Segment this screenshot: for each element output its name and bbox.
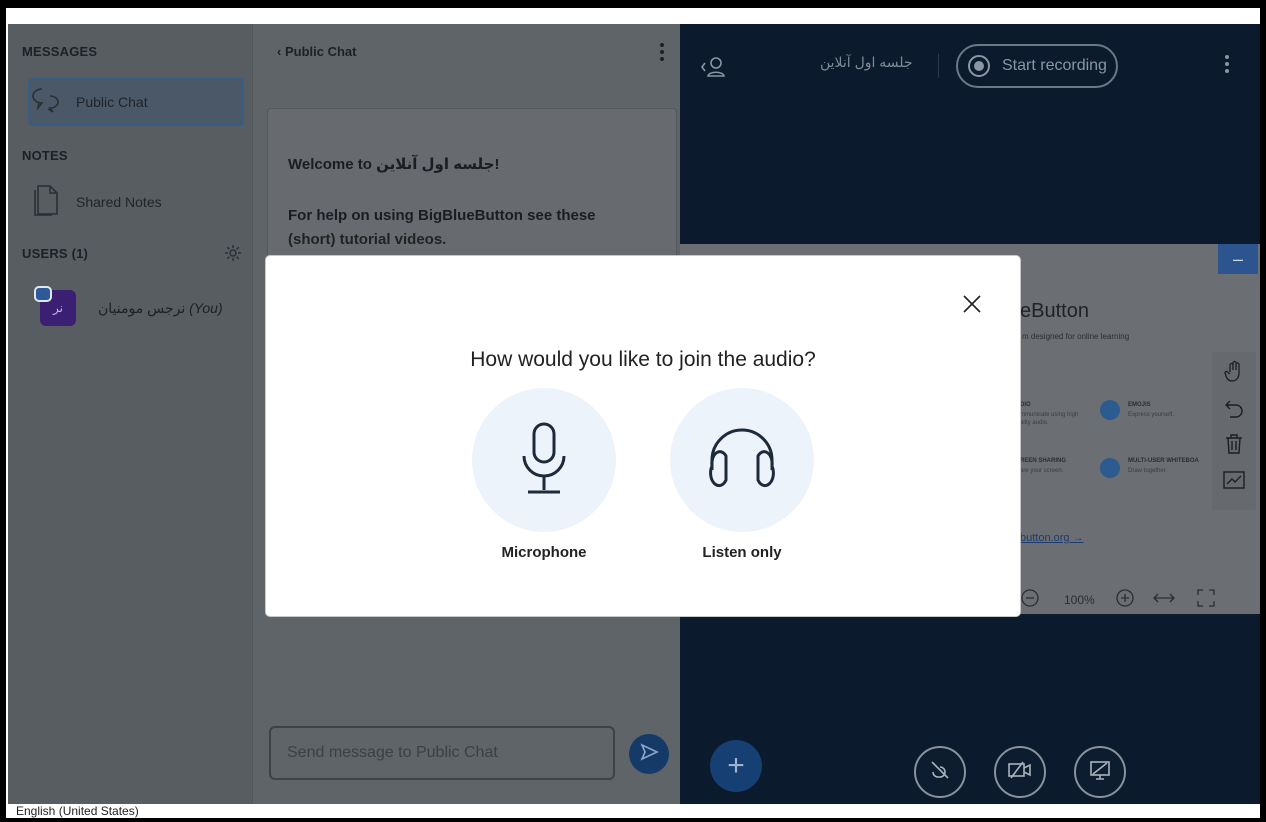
slide-title: eButton bbox=[1020, 300, 1089, 322]
listen-only-option[interactable]: Listen only bbox=[670, 388, 814, 561]
avatar-initials: نر bbox=[53, 301, 63, 315]
help-message-continued[interactable]: (short) tutorial videos. bbox=[288, 231, 446, 248]
send-icon bbox=[639, 742, 659, 767]
trash-icon[interactable] bbox=[1222, 432, 1246, 456]
fullscreen-icon[interactable] bbox=[1197, 589, 1215, 610]
sidebar-item-public-chat[interactable]: Public Chat bbox=[28, 78, 244, 126]
start-recording-button[interactable]: Start recording bbox=[956, 44, 1118, 88]
undo-icon[interactable] bbox=[1222, 396, 1246, 420]
status-bar: English (United States) bbox=[6, 804, 1260, 818]
whiteboard-feature-icon bbox=[1100, 458, 1120, 478]
slide-screen-text: are your screen. bbox=[1020, 468, 1064, 474]
close-icon[interactable] bbox=[960, 292, 984, 316]
share-webcam-button[interactable] bbox=[994, 746, 1046, 798]
chat-options-icon[interactable] bbox=[659, 42, 665, 67]
toggle-userlist-icon[interactable] bbox=[700, 56, 726, 83]
fit-width-icon[interactable] bbox=[1152, 592, 1175, 607]
hand-tool-icon[interactable] bbox=[1222, 360, 1246, 384]
chat-title: Public Chat bbox=[284, 44, 357, 59]
window-frame: MESSAGES Public Chat NOTES Shared Notes … bbox=[0, 0, 1266, 822]
send-message-button[interactable] bbox=[629, 734, 669, 774]
divider bbox=[938, 54, 939, 78]
welcome-message: Welcome to جلسه اول آنلاین! bbox=[288, 156, 500, 173]
actions-plus-button[interactable]: + bbox=[710, 740, 762, 792]
user-name: نرجس مومنیان (You) bbox=[98, 300, 223, 317]
microphone-option[interactable]: Microphone bbox=[472, 388, 616, 561]
listen-only-label: Listen only bbox=[702, 544, 782, 561]
slide-subtitle: m designed for online learning bbox=[1022, 332, 1130, 341]
user-list-sidebar: MESSAGES Public Chat NOTES Shared Notes … bbox=[8, 24, 252, 804]
notes-section-title: NOTES bbox=[22, 148, 68, 163]
share-screen-button[interactable] bbox=[1074, 746, 1126, 798]
slide-link[interactable]: button.org → bbox=[1020, 532, 1084, 544]
microphone-label: Microphone bbox=[501, 544, 587, 561]
whiteboard-toolbar bbox=[1212, 352, 1256, 510]
chevron-left-icon: ‹ bbox=[277, 44, 285, 59]
users-section-title: USERS (1) bbox=[22, 246, 89, 261]
meeting-title: جلسه اول آنلاین bbox=[820, 54, 913, 70]
emoji-feature-icon bbox=[1100, 400, 1120, 420]
user-name-text: نرجس مومنیان bbox=[98, 300, 186, 316]
microphone-button[interactable] bbox=[472, 388, 616, 532]
plus-icon: + bbox=[727, 749, 745, 782]
zoom-level: 100% bbox=[1064, 592, 1095, 607]
audio-off-icon bbox=[928, 758, 952, 787]
language-indicator: English (United States) bbox=[16, 804, 139, 818]
join-audio-button[interactable] bbox=[914, 746, 966, 798]
sidebar-item-shared-notes[interactable]: Shared Notes bbox=[28, 178, 244, 226]
record-icon bbox=[968, 55, 990, 77]
slide-audio-label: DIO bbox=[1020, 402, 1031, 408]
you-label: (You) bbox=[189, 300, 223, 316]
slide-audio-text-2: ality audio. bbox=[1020, 420, 1049, 426]
slide-emojis-label: EMOJIS bbox=[1128, 402, 1151, 408]
video-off-icon bbox=[1007, 759, 1033, 786]
user-list-item[interactable]: نر نرجس مومنیان (You) bbox=[28, 286, 244, 330]
listen-only-button[interactable] bbox=[670, 388, 814, 532]
presenter-badge-icon bbox=[34, 286, 52, 302]
minimize-presentation-button[interactable]: – bbox=[1218, 244, 1258, 274]
shared-notes-label: Shared Notes bbox=[76, 194, 162, 210]
public-chat-label: Public Chat bbox=[76, 94, 148, 110]
slide-screen-label: REEN SHARING bbox=[1020, 458, 1067, 464]
help-message: For help on using BigBlueButton see thes… bbox=[288, 207, 596, 224]
multi-user-whiteboard-icon[interactable] bbox=[1222, 468, 1246, 492]
zoom-out-icon[interactable] bbox=[1020, 588, 1040, 611]
slide-emojis-text: Express yourself. bbox=[1128, 412, 1175, 418]
chat-message-list: Welcome to جلسه اول آنلاین! For help on … bbox=[267, 108, 677, 270]
document-icon bbox=[34, 184, 60, 221]
bigbluebutton-app: MESSAGES Public Chat NOTES Shared Notes … bbox=[8, 24, 1260, 804]
start-recording-label: Start recording bbox=[1002, 57, 1107, 74]
microphone-icon bbox=[516, 420, 572, 501]
desktop-off-icon bbox=[1088, 758, 1112, 787]
zoom-controls: 100% bbox=[1020, 588, 1215, 611]
gear-icon[interactable] bbox=[224, 244, 242, 267]
audio-modal: How would you like to join the audio? Mi… bbox=[266, 256, 1020, 616]
options-menu-icon[interactable] bbox=[1224, 54, 1230, 79]
chat-bubbles-icon bbox=[30, 86, 62, 119]
slide-audio-text: mmunicate using high bbox=[1020, 412, 1079, 418]
chat-header[interactable]: ‹ Public Chat bbox=[277, 44, 356, 59]
messages-section-title: MESSAGES bbox=[22, 44, 98, 59]
modal-title: How would you like to join the audio? bbox=[470, 348, 816, 371]
slide-whiteboard-label: MULTI-USER WHITEBOA bbox=[1128, 458, 1199, 464]
slide-whiteboard-text: Draw together. bbox=[1128, 468, 1168, 474]
chat-input-placeholder: Send message to Public Chat bbox=[287, 744, 498, 761]
chat-message-input[interactable]: Send message to Public Chat bbox=[269, 726, 615, 780]
headphones-icon bbox=[702, 422, 782, 499]
zoom-in-icon[interactable] bbox=[1115, 588, 1135, 611]
